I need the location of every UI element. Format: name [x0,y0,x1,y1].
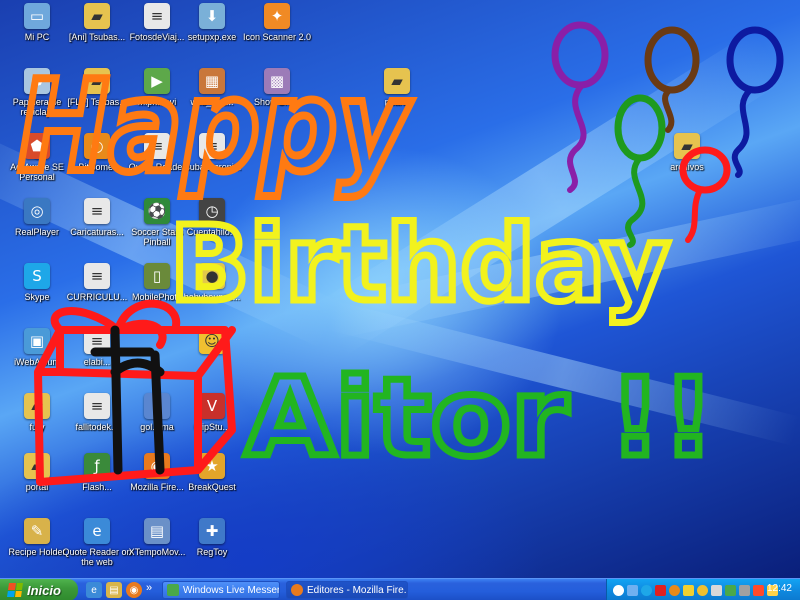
folder-icon: ▰ [84,3,110,29]
desktop-icon-label: Cuentahilo... [186,227,238,237]
regtoy-icon: ✚ [199,518,225,544]
bitcomet-tray-icon[interactable] [669,584,680,596]
skype-tray-icon[interactable] [641,584,652,596]
document-icon: ≡ [144,133,170,159]
scribble-aitor: Aitor !! [245,356,715,481]
document-icon: ≡ [144,3,170,29]
game-icon: ⚽ [144,198,170,224]
folder-icon: ▰ [84,68,110,94]
windows-flag-icon [7,583,23,597]
recycle-bin-icon: ♻ [24,68,50,94]
vs-icon: V [199,393,225,419]
desktop-icon[interactable]: ☺ [175,328,249,357]
task-label: Windows Live Messen... [183,584,279,596]
desktop-icon[interactable]: ▰ pcana [360,68,434,107]
grid-icon: ▩ [264,68,290,94]
folder-icon: ▰ [24,393,50,419]
volume-icon[interactable] [711,584,722,596]
desktop-icon[interactable]: ★ BreakQuest [175,453,249,492]
quick-launch-firefox-icon[interactable]: ◉ [126,582,142,598]
album-icon: ▣ [24,328,50,354]
desktop[interactable]: ▭ Mi PC ▰ [Ani] Tsubas... ≡ FotosdeViaj... ⬇ se… [0,0,800,578]
messenger-icon [167,584,179,596]
smiley-tray-icon[interactable] [697,584,708,596]
zonealarm-icon[interactable] [655,584,666,596]
desktop-icon[interactable]: VroipStu... [175,393,249,432]
antivirus-icon[interactable] [683,584,694,596]
bitcomet-icon: ◐ [84,133,110,159]
camera-icon[interactable] [739,584,750,596]
clock-icon: ◷ [199,198,225,224]
installer-icon: ⬇ [199,3,225,29]
firefox-icon [291,584,303,596]
folder-icon: ▰ [24,453,50,479]
task-messenger[interactable]: Windows Live Messen... [162,581,280,599]
desktop-icon-label: babybounce... [183,292,241,302]
flag-icon[interactable] [753,584,764,596]
quick-launch-overflow[interactable]: » [146,582,152,594]
flash-icon: ƒ [84,453,110,479]
taskbar: Inicio e ▤ ◉ » Windows Live Messen... Ed… [0,578,800,600]
help-icon[interactable] [613,584,624,596]
balloon-purple [551,21,609,89]
smiley-icon: ☺ [199,328,225,354]
desktop-icon-label: pcana [384,97,410,107]
start-label: Inicio [27,582,61,598]
desktop-icon[interactable]: ✚ RegToy [175,518,249,557]
desktop-icon-label: Icon Scanner 2.0 [242,32,312,42]
document-icon: ≡ [84,263,110,289]
quick-launch-ie-icon[interactable]: e [86,582,102,598]
network-icon[interactable] [627,584,638,596]
document-icon: ≡ [84,328,110,354]
wallpaper-ray [326,300,800,446]
breakquest-icon: ★ [199,453,225,479]
desktop-icon[interactable]: ▰ archivos [650,133,724,172]
clock[interactable]: 12:42 [767,583,792,594]
quick-launch-explorer-icon[interactable]: ▤ [106,582,122,598]
desktop-icon-label: archivos [670,162,704,172]
scanner-icon: ✦ [264,3,290,29]
system-tray: 12:42 [606,579,800,600]
desktop-icon[interactable]: ● babybounce... [175,263,249,302]
ball-icon: ● [199,263,225,289]
desktop-icon-label: wild_1_1... [190,97,234,107]
desktop-icon-label: RegToy [196,547,228,557]
folder-icon: ▰ [384,68,410,94]
desktop-icon[interactable]: ✦ Icon Scanner 2.0 [240,3,314,42]
document-icon: ≡ [199,133,225,159]
task-label: Editores - Mozilla Fire... [307,584,408,596]
monitor-icon: ▤ [144,518,170,544]
desktop-icon-label: roipStu... [193,422,231,432]
document-icon: ≡ [84,393,110,419]
shield-icon: ⬟ [24,133,50,159]
desktop-icon-label: tsubasacroni... [182,162,242,172]
messenger-tray-icon[interactable] [725,584,736,596]
desktop-icon[interactable]: ⬇ setupxp.exe [175,3,249,42]
desktop-icon-label: setupxp.exe [187,32,237,42]
desktop-icon[interactable]: ▦ wild_1_1... [175,68,249,107]
desktop-icon-label: elabi... [83,357,111,367]
recipe-icon: ✎ [24,518,50,544]
desktop-icon[interactable]: ◷ Cuentahilo... [175,198,249,237]
desktop-icon-label: BreakQuest [188,482,236,492]
ie-icon: e [84,518,110,544]
firefox-icon: ◉ [144,453,170,479]
phone-icon: ▯ [144,263,170,289]
task-firefox[interactable]: Editores - Mozilla Fire... [286,581,408,599]
folder-icon: ▰ [674,133,700,159]
desktop-icon[interactable]: ≡ elabi... [60,328,134,367]
skype-icon: S [24,263,50,289]
computer-icon: ▭ [24,3,50,29]
start-button[interactable]: Inicio [0,579,78,600]
desktop-icon[interactable]: ≡ tsubasacroni... [175,133,249,172]
archive-icon: ▦ [199,68,225,94]
media-icon: ▶ [144,68,170,94]
desktop-icon-label: Shop Gra... [253,97,301,107]
document-icon: ≡ [84,198,110,224]
audio-icon: ♪ [144,393,170,419]
realplayer-icon: ◎ [24,198,50,224]
desktop-icon[interactable]: ▩ Shop Gra... [240,68,314,107]
